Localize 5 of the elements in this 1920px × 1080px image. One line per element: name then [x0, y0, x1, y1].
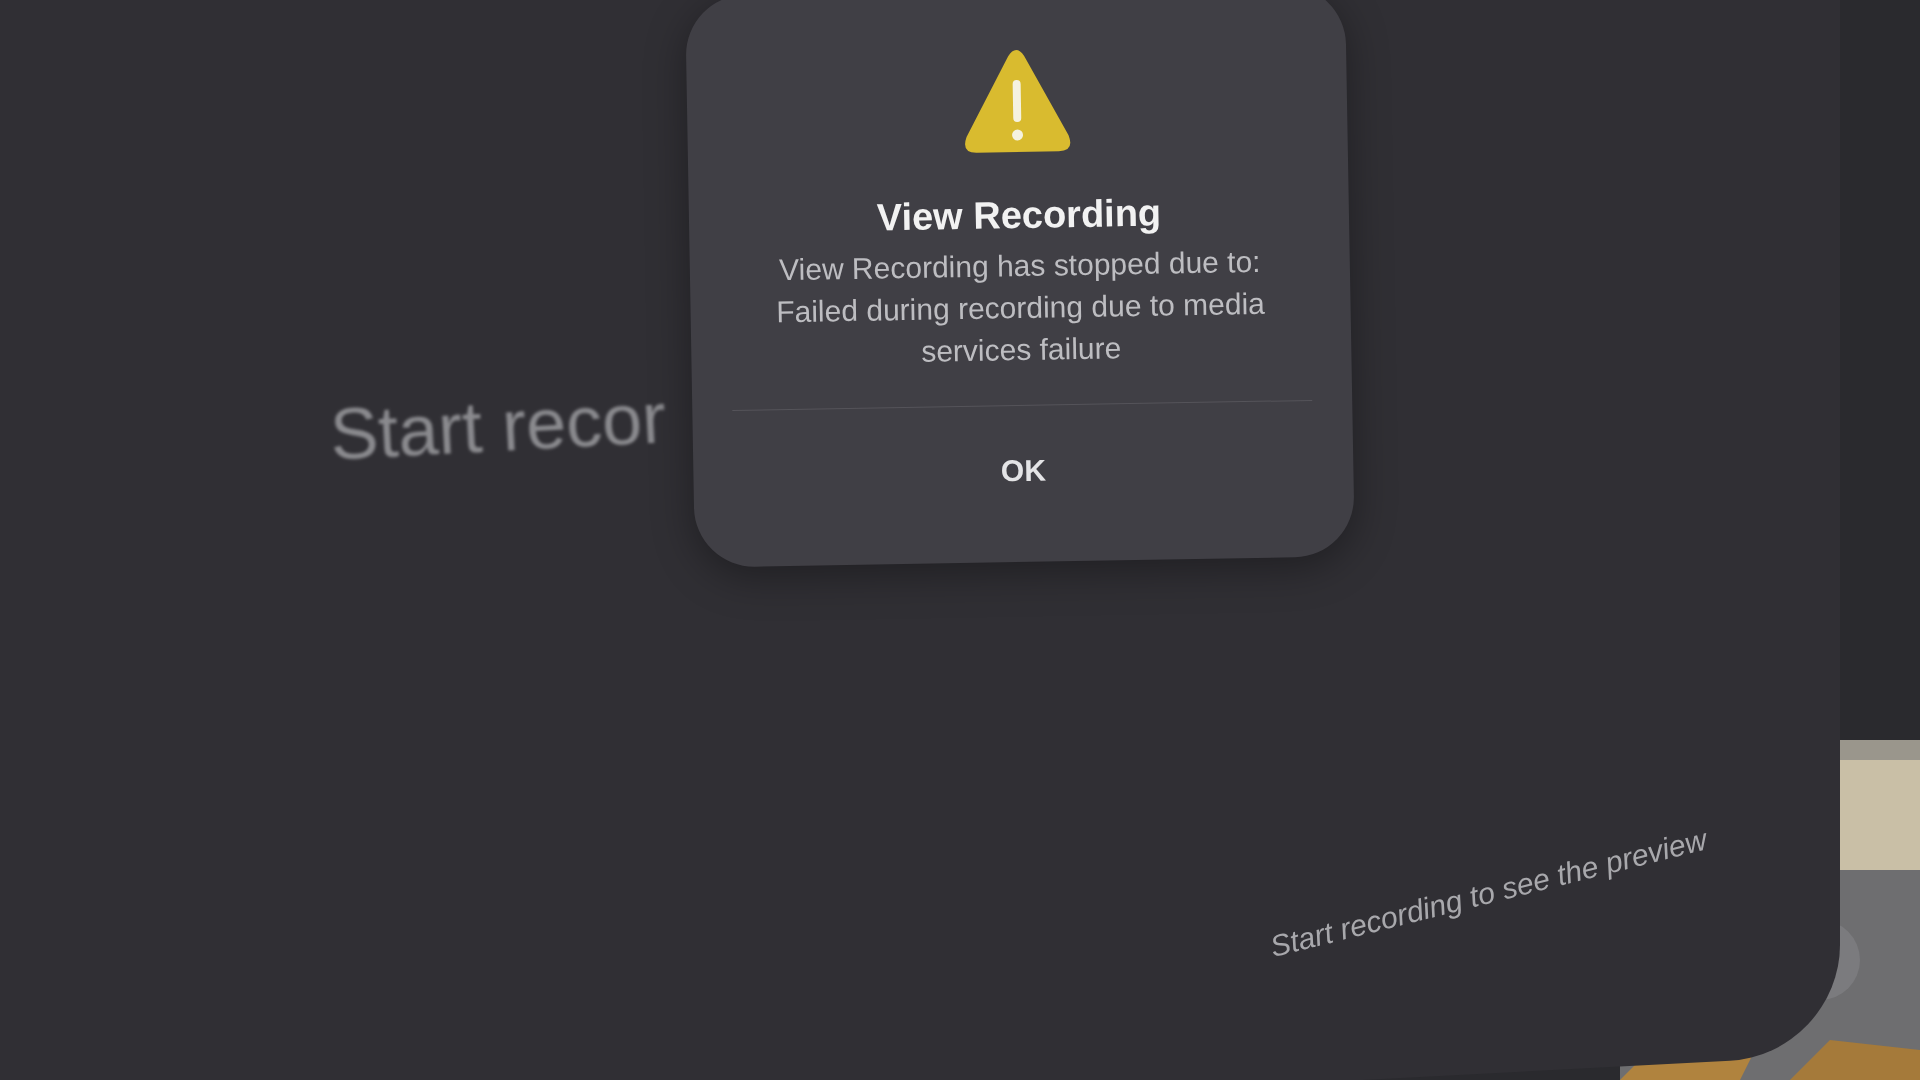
- alert-message: View Recording has stopped due to: Failed during recording due to media services failure: [774, 243, 1267, 370]
- preview-hint: Start recording to see the preview: [1266, 822, 1711, 964]
- ok-button[interactable]: OK: [970, 445, 1077, 497]
- alert-title: View Recording: [876, 191, 1162, 240]
- placeholder-text: Start recor: [328, 376, 668, 476]
